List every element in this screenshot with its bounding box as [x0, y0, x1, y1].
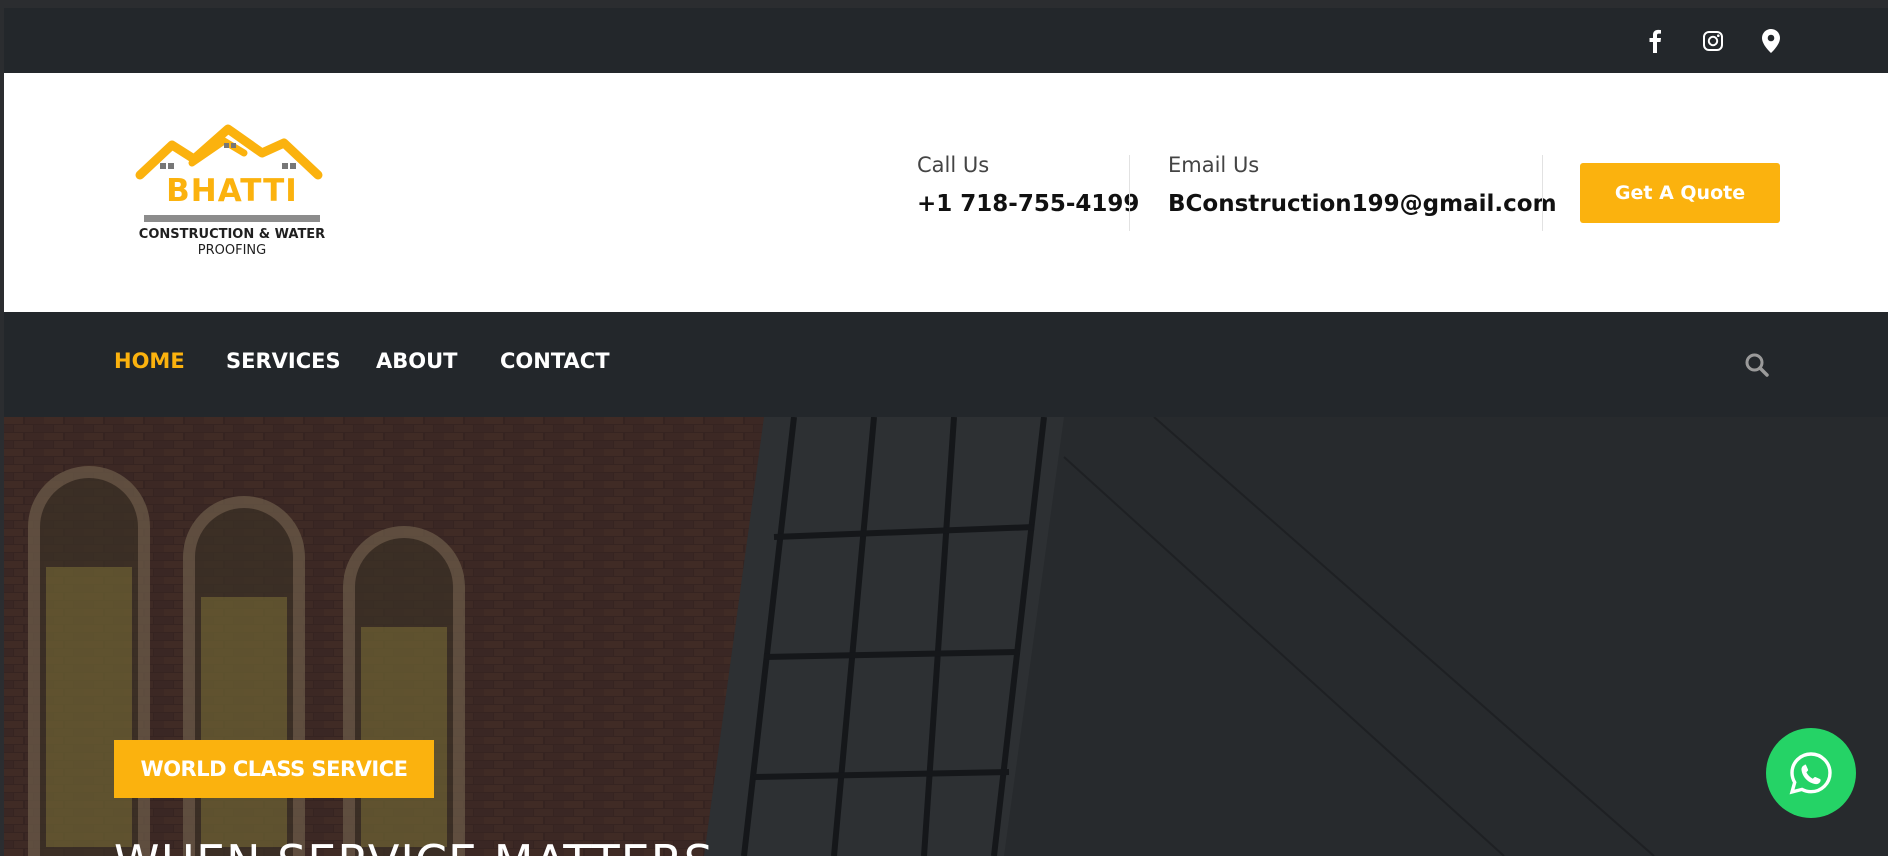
browser-viewport: BHATTI CONSTRUCTION & WATER PROOFING Cal… [4, 8, 1888, 856]
facebook-icon[interactable] [1642, 28, 1668, 54]
hero-title: WHEN SERVICE MATTERS [114, 835, 714, 856]
logo-brand: BHATTI [166, 173, 298, 209]
logo-tagline-line1: CONSTRUCTION & WATER [138, 227, 326, 242]
call-us-block: Call Us +1 718-755-4199 [917, 153, 1139, 217]
nav-item-contact[interactable]: CONTACT [500, 349, 610, 373]
site-header: BHATTI CONSTRUCTION & WATER PROOFING Cal… [4, 73, 1888, 312]
phone-number[interactable]: +1 718-755-4199 [917, 191, 1139, 217]
hero-section: WORLD CLASS SERVICE WHEN SERVICE MATTERS [4, 417, 1888, 856]
call-us-label: Call Us [917, 153, 990, 177]
logo-divider [144, 215, 320, 222]
whatsapp-icon [1789, 752, 1832, 795]
logo[interactable]: BHATTI CONSTRUCTION & WATER PROOFING [132, 123, 332, 263]
email-us-label: Email Us [1168, 153, 1260, 177]
search-icon[interactable] [1744, 352, 1770, 378]
email-us-block: Email Us BConstruction199@gmail.com [1168, 153, 1557, 217]
main-nav: HOME SERVICES ABOUT CONTACT [4, 312, 1888, 417]
email-address[interactable]: BConstruction199@gmail.com [1168, 191, 1557, 217]
whatsapp-button[interactable] [1766, 728, 1856, 818]
header-divider [1542, 155, 1543, 231]
hero-badge: WORLD CLASS SERVICE [114, 740, 434, 798]
instagram-icon[interactable] [1700, 28, 1726, 54]
location-pin-icon[interactable] [1758, 28, 1784, 54]
top-bar [4, 8, 1888, 73]
nav-item-about[interactable]: ABOUT [376, 349, 458, 373]
nav-item-services[interactable]: SERVICES [226, 349, 341, 373]
get-a-quote-button[interactable]: Get A Quote [1580, 163, 1780, 223]
logo-tagline-line2: PROOFING [197, 243, 267, 258]
header-divider [1129, 155, 1130, 231]
nav-item-home[interactable]: HOME [114, 349, 185, 373]
